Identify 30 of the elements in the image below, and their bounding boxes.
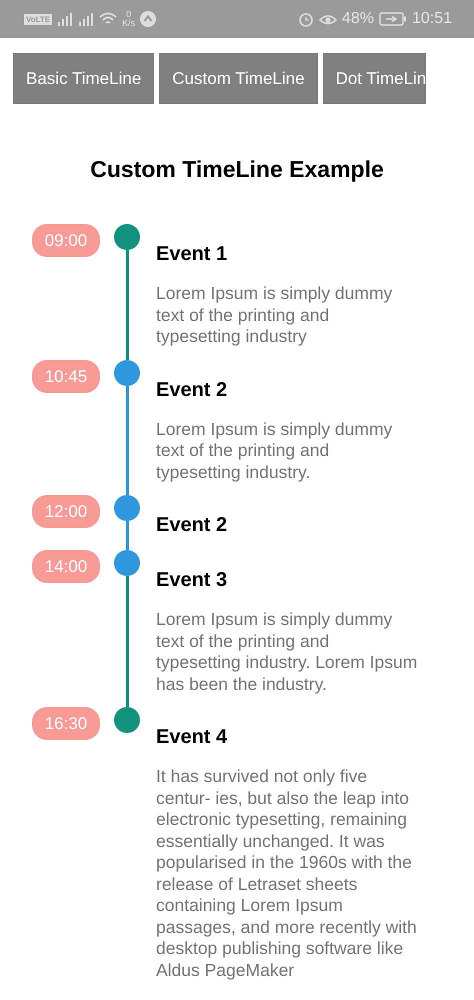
battery-percent: 48% [342,10,374,28]
time-badge: 10:45 [32,360,100,392]
volte-badge: VoLTE [24,14,52,24]
event-description: Lorem Ipsum is simply dummy text of the printing and typesetting industry. Lorem Ipsum has been the industry. [156,609,418,695]
time-badge: 14:00 [32,550,100,583]
event-title: Event 2 [156,513,228,538]
caret-up-icon [140,11,156,27]
speed-value: 0 [126,10,132,19]
wifi-icon [99,12,118,26]
tab-button[interactable]: Basic TimeLine [13,53,154,104]
speed-unit: K/s [122,19,136,28]
signal-icon [57,12,74,26]
event-description: Lorem Ipsum is simply dummy text of the printing and typesetting industry [156,283,394,348]
event-description: It has survived not only five centur- ies, but also the leap into electronic typesetting, remaining essentially unchanged. It was popularised in the 1960s with the release of Letraset sheets containing Lorem Ipsum passages, and more recently with desktop publishing software like Aldus PageMaker [156,766,418,981]
battery-icon [378,12,407,26]
tab-button[interactable]: Dot TimeLin [322,53,426,104]
event-title: Event 3 [156,568,228,593]
event-description: Lorem Ipsum is simply dummy text of the printing and typesetting industry. [156,418,394,483]
time-badge: 12:00 [32,495,100,528]
eye-icon [318,12,337,26]
page-title: Custom TimeLine Example [89,155,385,184]
signal-icon [78,12,94,26]
time-badge: 09:00 [32,224,100,257]
event-title: Event 2 [156,378,228,402]
event-title: Event 1 [156,242,228,267]
alarm-icon [298,11,314,27]
event-title: Event 4 [156,725,228,750]
tab-button[interactable]: Custom TimeLine [159,53,318,104]
clock-time: 10:51 [412,10,452,28]
time-badge: 16:30 [32,707,100,740]
